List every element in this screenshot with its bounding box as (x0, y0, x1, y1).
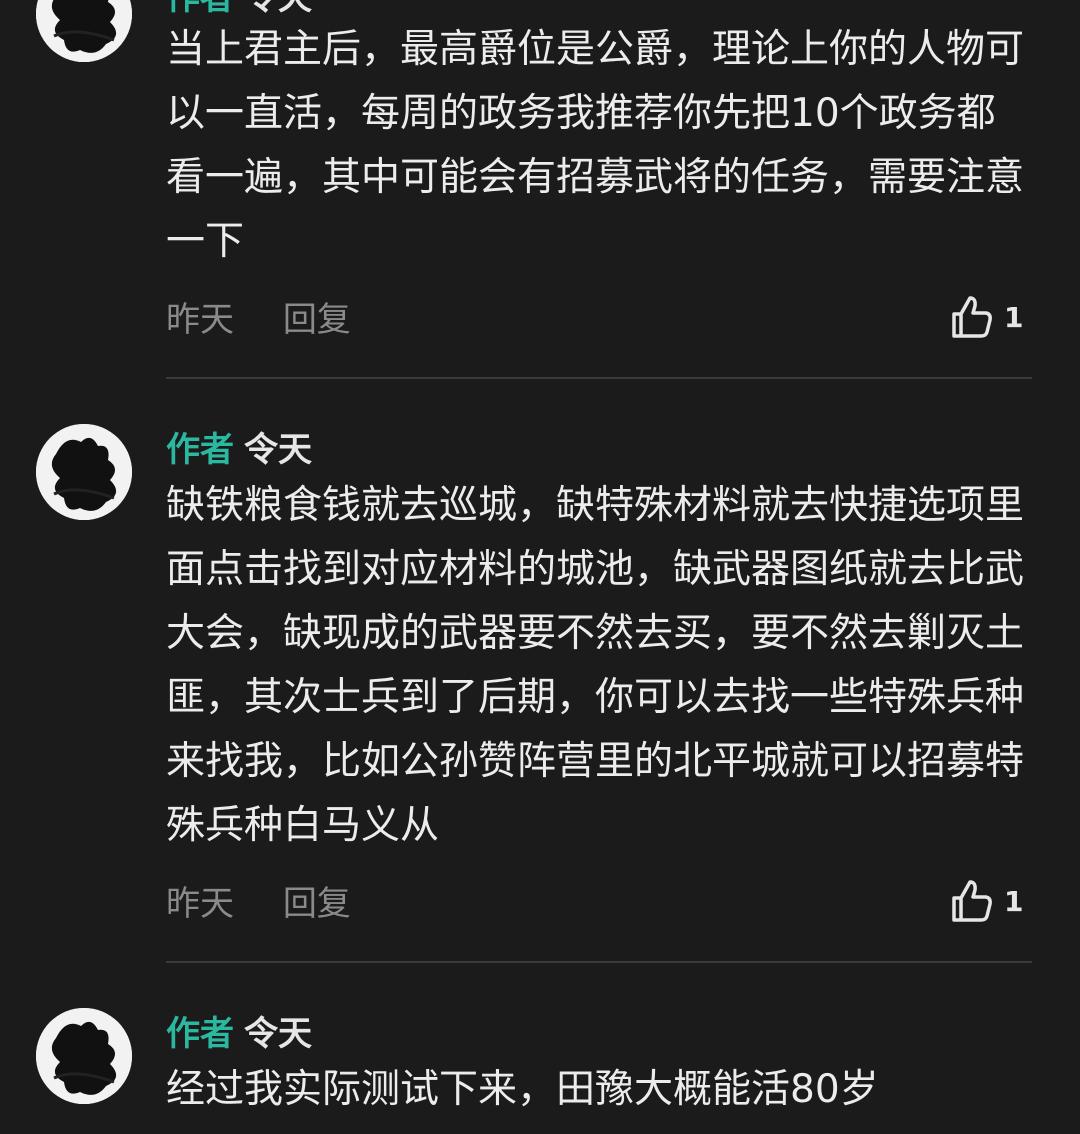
comment-time: 昨天 (166, 884, 234, 924)
avatar[interactable] (36, 0, 132, 62)
ink-figure-icon (36, 1008, 132, 1104)
comment-header: 作者令天 (166, 422, 312, 471)
avatar[interactable] (36, 424, 132, 520)
reply-button[interactable]: 回复 (283, 300, 351, 340)
thumbs-up-icon (952, 296, 992, 338)
username[interactable]: 令天 (244, 430, 312, 470)
username[interactable]: 令天 (244, 0, 312, 18)
divider (166, 377, 1032, 379)
avatar[interactable] (36, 1008, 132, 1104)
comment-text: 经过我实际测试下来，田豫大概能活80岁 (166, 1067, 879, 1112)
like-count: 1 (1004, 300, 1024, 334)
comment-text: 当上君主后，最高爵位是公爵，理论上你的人物可以一直活，每周的政务我推荐你先把10… (166, 27, 1025, 264)
thumbs-up-icon (952, 880, 992, 922)
like-count: 1 (1004, 884, 1024, 918)
reply-button[interactable]: 回复 (283, 884, 351, 924)
comment-text: 缺铁粮食钱就去巡城，缺特殊材料就去快捷选项里面点击找到对应材料的城池，缺武器图纸… (166, 483, 1025, 848)
like-button[interactable]: 1 (946, 292, 1023, 342)
comment-header: 作者令天 (166, 1006, 312, 1055)
comment-header: 作者令天 (166, 0, 312, 19)
comment-meta: 昨天 回复 (166, 876, 389, 925)
ink-figure-icon (36, 0, 132, 62)
author-badge: 作者 (166, 430, 234, 470)
like-button[interactable]: 1 (946, 876, 1023, 926)
comment-meta: 昨天 回复 (166, 292, 389, 341)
ink-figure-icon (36, 424, 132, 520)
username[interactable]: 令天 (244, 1014, 312, 1054)
divider (166, 961, 1032, 963)
author-badge: 作者 (166, 1014, 234, 1054)
comment-time: 昨天 (166, 300, 234, 340)
author-badge: 作者 (166, 0, 234, 18)
